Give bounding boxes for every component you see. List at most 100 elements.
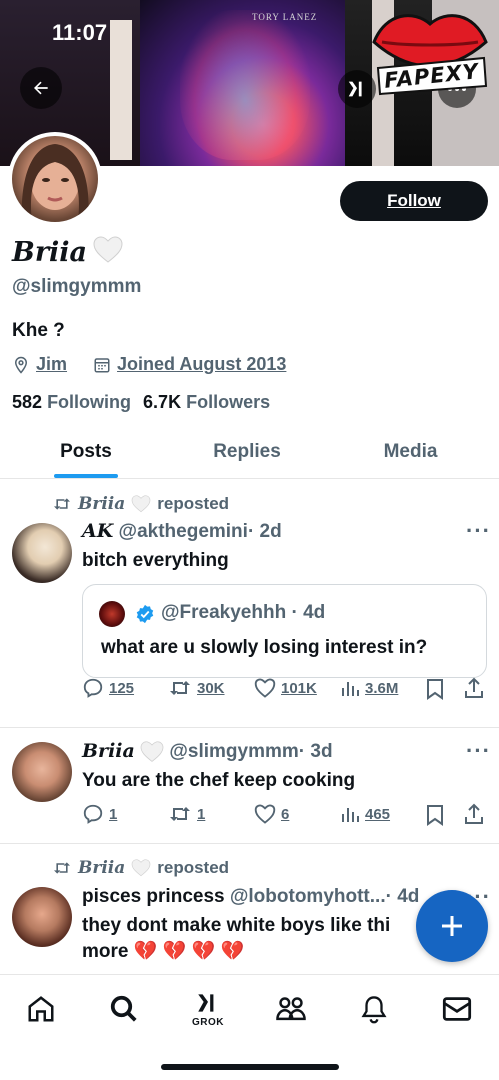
nav-communities[interactable]: [271, 989, 311, 1029]
follow-button[interactable]: Follow: [340, 181, 488, 221]
bookmark-icon[interactable]: [426, 678, 444, 700]
following-stat[interactable]: 582 Following: [12, 392, 131, 413]
home-indicator[interactable]: [161, 1064, 339, 1070]
post-divider: [0, 727, 499, 728]
followers-count: 6.7K: [143, 392, 182, 412]
search-icon: [110, 995, 137, 1022]
like-count: 101K: [281, 679, 317, 697]
nav-notifications[interactable]: [354, 989, 394, 1029]
heart-icon: [254, 678, 276, 698]
post-text-line-1: they dont make white boys like thi: [82, 915, 391, 936]
home-icon: [28, 996, 54, 1022]
quoted-author-avatar: [99, 601, 125, 627]
back-arrow-icon: [34, 81, 48, 95]
post-author-handle[interactable]: @akthegemini: [119, 521, 248, 542]
display-name-text: Briia: [12, 237, 88, 268]
tab-media[interactable]: Media: [322, 432, 499, 472]
location-pin-icon: [14, 356, 28, 374]
repost-icon: [54, 862, 70, 874]
banner-album-text: TORY LANEZ: [252, 12, 318, 22]
repost-action[interactable]: 30K: [168, 678, 225, 698]
post-more-button[interactable]: ···: [466, 518, 491, 544]
share-icon[interactable]: [464, 677, 484, 699]
communities-icon: [276, 997, 306, 1021]
repost-indicator: Briia reposted: [52, 858, 229, 878]
profile-avatar[interactable]: [8, 132, 102, 226]
profile-stats: 582 Following 6.7K Followers: [12, 392, 270, 413]
compose-post-button[interactable]: [416, 890, 488, 962]
post-author-handle[interactable]: @slimgymmm: [169, 741, 298, 762]
post-header: Briia @slimgymmm· 3d: [82, 740, 333, 763]
like-action[interactable]: 101K: [254, 678, 317, 698]
repost-by-name: Briia: [78, 858, 126, 878]
bookmark-icon[interactable]: [426, 804, 444, 826]
post-author-avatar[interactable]: [12, 887, 72, 947]
white-heart-icon: [93, 236, 123, 271]
joined-date: Joined August 2013: [117, 354, 287, 374]
post-divider: [0, 843, 499, 844]
post-time: · 3d: [298, 741, 333, 762]
views-icon: [342, 682, 359, 696]
tab-posts[interactable]: Posts: [0, 432, 172, 472]
post-more-button[interactable]: ···: [466, 738, 491, 764]
following-count: 582: [12, 392, 43, 412]
tab-replies[interactable]: Replies: [172, 432, 322, 472]
repost-label: reposted: [157, 494, 230, 513]
status-bar-time: 11:07: [52, 20, 108, 45]
post-time: · 2d: [247, 521, 282, 542]
mail-icon: [442, 997, 472, 1021]
views-count: 3.6M: [365, 679, 399, 697]
repost-by-name: Briia: [78, 494, 126, 514]
heart-icon: [254, 804, 276, 824]
views-icon: [342, 808, 359, 822]
like-action[interactable]: 6: [254, 804, 289, 824]
views-count: 465: [365, 805, 391, 823]
banner-strip: [110, 20, 132, 160]
like-count: 6: [281, 805, 290, 823]
nav-grok[interactable]: GROK: [188, 989, 228, 1029]
nav-search[interactable]: [104, 989, 144, 1029]
repost-count: 30K: [197, 679, 225, 697]
share-icon[interactable]: [464, 803, 484, 825]
banner-album-art: [140, 0, 345, 166]
post-text: bitch everything: [82, 550, 229, 571]
quoted-author-handle: @Freakyehhh: [161, 602, 287, 623]
post-author-avatar[interactable]: [12, 742, 72, 802]
following-label: Following: [47, 392, 132, 412]
nav-messages[interactable]: [437, 989, 477, 1029]
reply-action[interactable]: 1: [82, 803, 117, 825]
post-author-name[interactable]: Briia: [82, 740, 135, 762]
reply-count: 1: [109, 805, 118, 823]
white-heart-icon: [131, 859, 151, 877]
post-text-line-2: more 💔 💔 💔 💔: [82, 941, 245, 962]
grok-icon: [198, 994, 214, 1012]
repost-icon: [170, 807, 190, 821]
post-author-name[interactable]: AK: [82, 520, 113, 542]
post-header: AK @akthegemini· 2d: [82, 520, 282, 543]
post-time: · 4d: [385, 886, 420, 907]
quoted-post[interactable]: @Freakyehhh · 4d what are u slowly losin…: [82, 584, 487, 678]
nav-home[interactable]: [21, 989, 61, 1029]
reply-icon: [83, 804, 103, 824]
white-heart-icon: [140, 741, 164, 762]
post-author-name[interactable]: pisces princess: [82, 886, 225, 907]
post-author-avatar[interactable]: [12, 523, 72, 583]
quoted-text: what are u slowly losing interest in?: [101, 637, 428, 658]
post-header: pisces princess @lobotomyhott...· 4d: [82, 886, 419, 908]
views-action[interactable]: 3.6M: [340, 678, 398, 698]
followers-stat[interactable]: 6.7K Followers: [143, 392, 270, 413]
repost-action[interactable]: 1: [168, 804, 205, 824]
reply-action[interactable]: 125: [82, 677, 134, 699]
repost-indicator: Briia reposted: [52, 494, 229, 514]
followers-label: Followers: [186, 392, 271, 412]
back-button[interactable]: [20, 67, 62, 109]
profile-tabs: Posts Replies Media: [0, 432, 499, 479]
calendar-icon: [94, 357, 110, 372]
profile-display-name: Briia: [12, 236, 123, 271]
location-link[interactable]: Jim: [36, 354, 67, 375]
post-author-handle[interactable]: @lobotomyhott...: [230, 886, 386, 907]
views-action[interactable]: 465: [340, 804, 390, 824]
reply-count: 125: [109, 679, 135, 697]
plus-icon: [442, 916, 462, 936]
repost-count: 1: [197, 805, 206, 823]
